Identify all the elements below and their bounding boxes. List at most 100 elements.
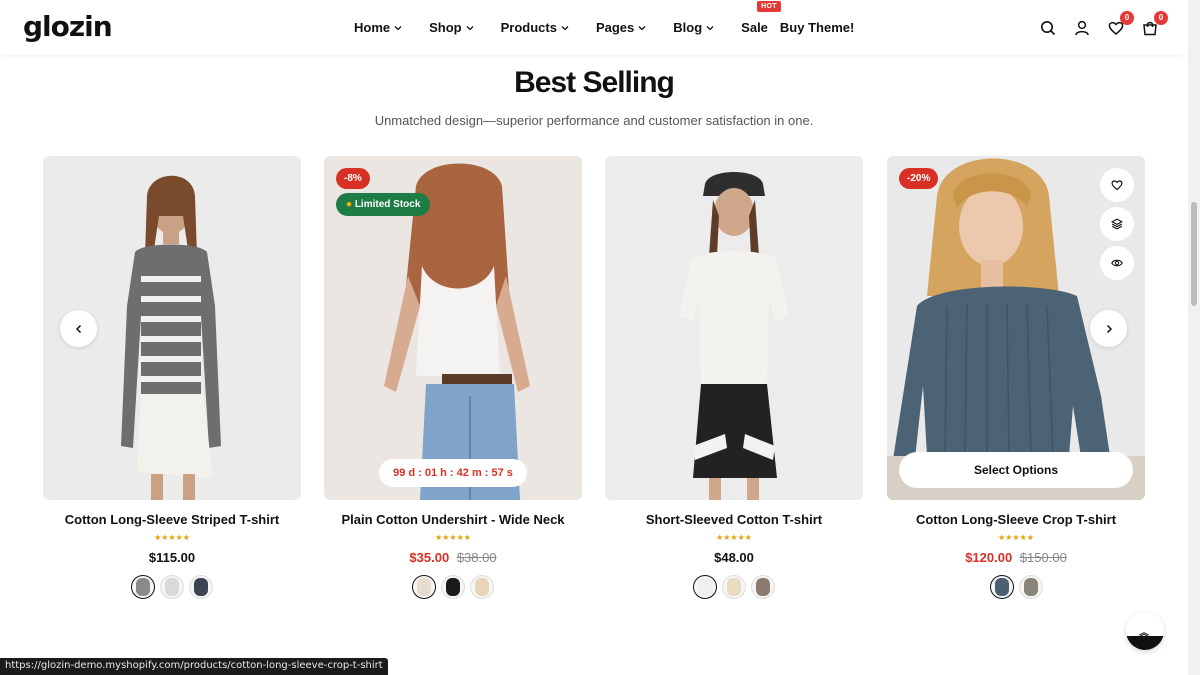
chevron-down-icon <box>394 25 402 30</box>
price-row: $35.00 $38.00 <box>324 550 582 565</box>
swatch-color <box>136 578 150 596</box>
nav-sale-label: Sale <box>741 20 768 35</box>
quick-view-button[interactable] <box>1100 246 1134 280</box>
product-card[interactable]: -8% ● Limited Stock 99 d : 01 h : 42 m :… <box>324 156 582 599</box>
nav-home[interactable]: Home <box>354 20 402 35</box>
color-swatches <box>43 575 301 599</box>
swatch-color <box>194 578 208 596</box>
product-price: $35.00 <box>409 550 450 565</box>
swatch-color <box>756 578 770 596</box>
select-options-button[interactable]: Select Options <box>899 452 1133 488</box>
color-swatch[interactable] <box>441 575 465 599</box>
color-swatch[interactable] <box>160 575 184 599</box>
status-bar-url: https://glozin-demo.myshopify.com/produc… <box>0 658 388 675</box>
product-photo <box>679 172 789 500</box>
nav-shop[interactable]: Shop <box>429 20 474 35</box>
layers-icon <box>1111 218 1123 230</box>
nav-sale[interactable]: HOT Sale <box>741 1 781 35</box>
section-title: Best Selling <box>514 66 675 99</box>
cart-count-badge: 0 <box>1154 10 1168 25</box>
color-swatch[interactable] <box>722 575 746 599</box>
rating-stars: ★★★★★ <box>716 533 752 542</box>
swatch-color <box>727 578 741 596</box>
product-price: $120.00 <box>965 550 1013 565</box>
product-card[interactable]: Short-Sleeved Cotton T-shirt ★★★★★ $48.0… <box>605 156 863 599</box>
color-swatch[interactable] <box>470 575 494 599</box>
swatch-color <box>446 578 460 596</box>
hot-badge: HOT <box>757 1 781 12</box>
nav-buy-theme[interactable]: Buy Theme! <box>780 20 854 35</box>
product-name[interactable]: Plain Cotton Undershirt - Wide Neck <box>324 512 582 527</box>
chevron-down-icon <box>561 25 569 30</box>
scrollbar-thumb[interactable] <box>1191 202 1197 306</box>
color-swatches <box>887 575 1145 599</box>
search-icon[interactable] <box>1040 20 1056 36</box>
product-card[interactable]: -20% Select Options Cotton Long-Sleeve C… <box>887 156 1145 599</box>
product-image[interactable]: -8% ● Limited Stock 99 d : 01 h : 42 m :… <box>324 156 582 500</box>
limited-stock-badge: ● Limited Stock <box>336 193 431 216</box>
wishlist-count-badge: 0 <box>1120 10 1134 25</box>
swatch-color <box>698 578 712 596</box>
nav-home-label: Home <box>354 20 391 35</box>
color-swatch[interactable] <box>751 575 775 599</box>
product-image[interactable] <box>605 156 863 500</box>
rating-stars: ★★★★★ <box>998 533 1034 542</box>
color-swatch[interactable] <box>693 575 717 599</box>
nav-buy-theme-label: Buy Theme! <box>779 20 855 35</box>
discount-badge: -20% <box>899 168 939 189</box>
color-swatches <box>605 575 863 599</box>
carousel-next-button[interactable] <box>1090 310 1127 347</box>
product-name[interactable]: Short-Sleeved Cotton T-shirt <box>605 512 863 527</box>
product-price-old: $150.00 <box>1019 550 1067 565</box>
discount-badge: -8% <box>336 168 370 189</box>
heart-icon <box>1111 180 1123 191</box>
page-scrollbar[interactable] <box>1188 0 1200 675</box>
chevron-left-icon <box>75 324 81 333</box>
product-price: $48.00 <box>714 550 754 565</box>
section-subtitle: Unmatched design—superior performance an… <box>374 113 814 128</box>
swatch-color <box>1023 578 1038 596</box>
carousel-prev-button[interactable] <box>60 310 97 347</box>
limited-stock-label: Limited Stock <box>354 199 421 210</box>
site-header: glozin Home Shop Products Pages Blog HOT… <box>0 0 1188 55</box>
color-swatch[interactable] <box>131 575 155 599</box>
compare-button[interactable] <box>1100 207 1134 241</box>
nav-pages-label: Pages <box>595 20 635 35</box>
nav-products[interactable]: Products <box>501 20 569 35</box>
rating-stars: ★★★★★ <box>154 533 190 542</box>
logo[interactable]: glozin <box>23 10 113 43</box>
product-price-old: $38.00 <box>456 550 497 565</box>
nav-products-label: Products <box>500 20 557 35</box>
price-row: $48.00 <box>605 550 863 565</box>
add-to-wishlist-button[interactable] <box>1100 168 1134 202</box>
color-swatch[interactable] <box>412 575 436 599</box>
price-row: $120.00 $150.00 <box>887 550 1145 565</box>
nav-blog-label: Blog <box>673 20 703 35</box>
user-icon[interactable] <box>1074 20 1090 36</box>
product-name[interactable]: Cotton Long-Sleeve Crop T-shirt <box>887 512 1145 527</box>
heart-icon[interactable]: 0 <box>1108 10 1134 36</box>
rating-stars: ★★★★★ <box>435 533 471 542</box>
swatch-color <box>475 578 489 596</box>
countdown-timer: 99 d : 01 h : 42 m : 57 s <box>379 459 527 487</box>
nav-blog[interactable]: Blog <box>673 20 714 35</box>
back-to-top-button[interactable]: ︽ <box>1126 612 1164 650</box>
color-swatch[interactable] <box>189 575 213 599</box>
color-swatch[interactable] <box>989 575 1014 599</box>
nav-pages[interactable]: Pages <box>596 20 646 35</box>
chevron-right-icon <box>1106 324 1112 333</box>
swatch-color <box>165 578 179 596</box>
chevron-down-icon <box>638 25 646 30</box>
product-name[interactable]: Cotton Long-Sleeve Striped T-shirt <box>43 512 301 527</box>
swatch-color <box>994 578 1009 596</box>
eye-icon <box>1111 259 1123 267</box>
chevron-down-icon <box>706 25 714 30</box>
product-card[interactable]: Cotton Long-Sleeve Striped T-shirt ★★★★★… <box>43 156 301 599</box>
chevron-down-icon <box>466 25 474 30</box>
product-price: $115.00 <box>148 550 196 565</box>
header-actions: 0 0 <box>1040 0 1168 55</box>
cart-icon[interactable]: 0 <box>1142 10 1168 36</box>
swatch-color <box>417 578 431 596</box>
color-swatch[interactable] <box>1018 575 1043 599</box>
color-swatches <box>324 575 582 599</box>
